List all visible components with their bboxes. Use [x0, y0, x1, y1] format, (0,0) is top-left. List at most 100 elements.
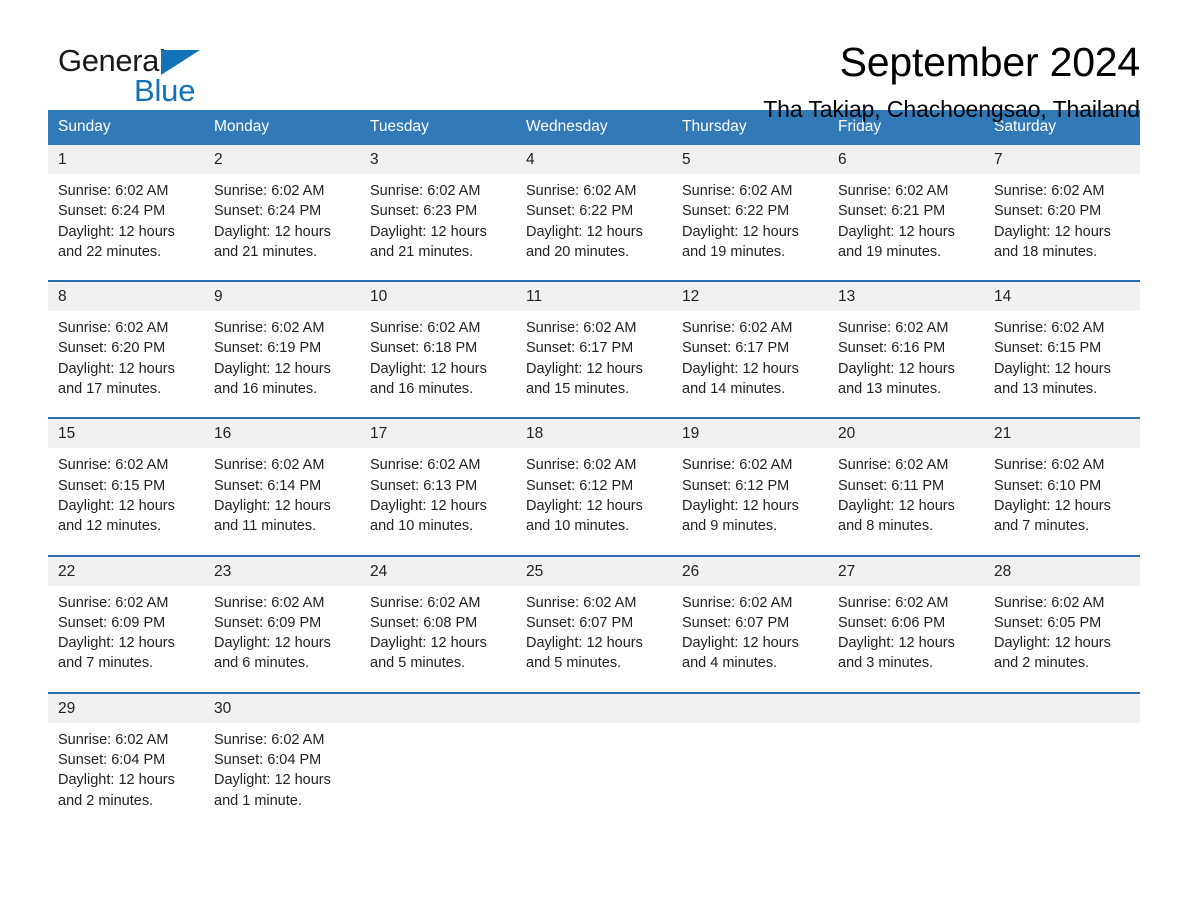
day-cell[interactable]: Sunrise: 6:02 AM Sunset: 6:12 PM Dayligh…: [516, 448, 672, 556]
day-cell[interactable]: Sunrise: 6:02 AM Sunset: 6:09 PM Dayligh…: [48, 585, 204, 693]
sunrise-text: Sunrise: 6:02 AM: [214, 594, 325, 611]
sunset-text: Sunset: 6:08 PM: [370, 614, 478, 631]
day-number[interactable]: 29: [48, 691, 204, 723]
daylight-text-cont: and 21 minutes.: [214, 243, 318, 260]
day-cell[interactable]: Sunrise: 6:02 AM Sunset: 6:20 PM Dayligh…: [48, 311, 204, 419]
sunset-text: Sunset: 6:22 PM: [682, 203, 790, 220]
day-number[interactable]: 16: [204, 417, 360, 449]
day-number[interactable]: 17: [360, 417, 516, 449]
sunset-text: Sunset: 6:14 PM: [214, 477, 322, 494]
day-number[interactable]: 15: [48, 417, 204, 449]
sunrise-text: Sunrise: 6:02 AM: [994, 457, 1105, 474]
day-number[interactable]: 18: [516, 417, 672, 449]
daylight-text-cont: and 16 minutes.: [214, 381, 318, 398]
day-number[interactable]: 14: [984, 280, 1140, 312]
day-number[interactable]: 19: [672, 417, 828, 449]
daylight-text-cont: and 17 minutes.: [58, 381, 162, 398]
day-cell[interactable]: Sunrise: 6:02 AM Sunset: 6:18 PM Dayligh…: [360, 311, 516, 419]
brand-logo[interactable]: General Blue: [58, 44, 358, 114]
day-cell[interactable]: Sunrise: 6:02 AM Sunset: 6:22 PM Dayligh…: [516, 174, 672, 282]
day-number[interactable]: 6: [828, 145, 984, 174]
day-number[interactable]: 30: [204, 691, 360, 723]
sunrise-text: Sunrise: 6:02 AM: [58, 594, 169, 611]
day-number[interactable]: 10: [360, 280, 516, 312]
sunrise-text: Sunrise: 6:02 AM: [838, 183, 949, 199]
sunrise-text: Sunrise: 6:02 AM: [838, 594, 949, 611]
day-number[interactable]: 21: [984, 417, 1140, 449]
day-number[interactable]: 24: [360, 554, 516, 586]
day-cell[interactable]: Sunrise: 6:02 AM Sunset: 6:22 PM Dayligh…: [672, 174, 828, 282]
calendar-grid: Sunday Monday Tuesday Wednesday Thursday…: [48, 110, 1140, 829]
day-number[interactable]: 7: [984, 145, 1140, 174]
day-cell[interactable]: Sunrise: 6:02 AM Sunset: 6:08 PM Dayligh…: [360, 585, 516, 693]
sunset-text: Sunset: 6:22 PM: [526, 203, 634, 220]
day-cell[interactable]: Sunrise: 6:02 AM Sunset: 6:15 PM Dayligh…: [984, 311, 1140, 419]
sunset-text: Sunset: 6:06 PM: [838, 614, 946, 631]
day-number[interactable]: 28: [984, 554, 1140, 586]
sunrise-text: Sunrise: 6:02 AM: [994, 183, 1105, 199]
week-row-daynumbers: 1 2 3 4 5 6 7: [48, 145, 1140, 174]
day-number[interactable]: 3: [360, 145, 516, 174]
day-number[interactable]: 20: [828, 417, 984, 449]
day-cell[interactable]: Sunrise: 6:02 AM Sunset: 6:09 PM Dayligh…: [204, 585, 360, 693]
sunrise-text: Sunrise: 6:02 AM: [526, 457, 637, 474]
day-number[interactable]: 12: [672, 280, 828, 312]
day-number[interactable]: 11: [516, 280, 672, 312]
daylight-text: Daylight: 12 hours: [994, 635, 1111, 652]
sunrise-text: Sunrise: 6:02 AM: [682, 183, 793, 199]
day-cell[interactable]: Sunrise: 6:02 AM Sunset: 6:19 PM Dayligh…: [204, 311, 360, 419]
day-number[interactable]: 9: [204, 280, 360, 312]
sunset-text: Sunset: 6:09 PM: [214, 614, 322, 631]
day-cell[interactable]: Sunrise: 6:02 AM Sunset: 6:17 PM Dayligh…: [516, 311, 672, 419]
daylight-text-cont: and 8 minutes.: [838, 518, 934, 535]
day-number[interactable]: 4: [516, 145, 672, 174]
daylight-text: Daylight: 12 hours: [526, 360, 643, 377]
day-cell[interactable]: Sunrise: 6:02 AM Sunset: 6:04 PM Dayligh…: [48, 722, 204, 829]
daylight-text: Daylight: 12 hours: [838, 223, 955, 240]
sunset-text: Sunset: 6:19 PM: [214, 340, 322, 357]
daylight-text: Daylight: 12 hours: [58, 772, 175, 789]
sunset-text: Sunset: 6:23 PM: [370, 203, 478, 220]
day-cell[interactable]: Sunrise: 6:02 AM Sunset: 6:23 PM Dayligh…: [360, 174, 516, 282]
daylight-text-cont: and 5 minutes.: [526, 655, 622, 672]
day-cell[interactable]: Sunrise: 6:02 AM Sunset: 6:16 PM Dayligh…: [828, 311, 984, 419]
daylight-text-cont: and 20 minutes.: [526, 243, 630, 260]
daylight-text-cont: and 10 minutes.: [370, 518, 474, 535]
daylight-text: Daylight: 12 hours: [682, 497, 799, 514]
day-number[interactable]: 27: [828, 554, 984, 586]
day-cell[interactable]: Sunrise: 6:02 AM Sunset: 6:07 PM Dayligh…: [516, 585, 672, 693]
day-cell[interactable]: Sunrise: 6:02 AM Sunset: 6:04 PM Dayligh…: [204, 722, 360, 829]
day-cell[interactable]: Sunrise: 6:02 AM Sunset: 6:06 PM Dayligh…: [828, 585, 984, 693]
day-number[interactable]: 13: [828, 280, 984, 312]
week-row-daynumbers: 29 30: [48, 691, 1140, 723]
day-number[interactable]: 2: [204, 145, 360, 174]
day-cell[interactable]: Sunrise: 6:02 AM Sunset: 6:17 PM Dayligh…: [672, 311, 828, 419]
day-cell[interactable]: Sunrise: 6:02 AM Sunset: 6:14 PM Dayligh…: [204, 448, 360, 556]
day-cell[interactable]: Sunrise: 6:02 AM Sunset: 6:10 PM Dayligh…: [984, 448, 1140, 556]
day-number[interactable]: 25: [516, 554, 672, 586]
day-number[interactable]: 26: [672, 554, 828, 586]
daylight-text: Daylight: 12 hours: [214, 635, 331, 652]
day-number[interactable]: 8: [48, 280, 204, 312]
day-number[interactable]: 23: [204, 554, 360, 586]
day-cell[interactable]: Sunrise: 6:02 AM Sunset: 6:12 PM Dayligh…: [672, 448, 828, 556]
day-cell[interactable]: Sunrise: 6:02 AM Sunset: 6:13 PM Dayligh…: [360, 448, 516, 556]
day-cell[interactable]: Sunrise: 6:02 AM Sunset: 6:15 PM Dayligh…: [48, 448, 204, 556]
day-number[interactable]: 5: [672, 145, 828, 174]
week-row-daynumbers: 22 23 24 25 26 27 28: [48, 554, 1140, 586]
day-cell[interactable]: Sunrise: 6:02 AM Sunset: 6:07 PM Dayligh…: [672, 585, 828, 693]
day-cell[interactable]: Sunrise: 6:02 AM Sunset: 6:21 PM Dayligh…: [828, 174, 984, 282]
day-cell[interactable]: Sunrise: 6:02 AM Sunset: 6:24 PM Dayligh…: [48, 174, 204, 282]
day-cell[interactable]: Sunrise: 6:02 AM Sunset: 6:11 PM Dayligh…: [828, 448, 984, 556]
day-cell[interactable]: Sunrise: 6:02 AM Sunset: 6:05 PM Dayligh…: [984, 585, 1140, 693]
daylight-text: Daylight: 12 hours: [682, 635, 799, 652]
day-cell[interactable]: Sunrise: 6:02 AM Sunset: 6:20 PM Dayligh…: [984, 174, 1140, 282]
daylight-text-cont: and 11 minutes.: [214, 518, 317, 535]
daylight-text: Daylight: 12 hours: [994, 497, 1111, 514]
day-number[interactable]: 1: [48, 145, 204, 174]
day-cell-empty: [984, 722, 1140, 829]
day-number[interactable]: 22: [48, 554, 204, 586]
sunset-text: Sunset: 6:16 PM: [838, 340, 946, 357]
day-cell[interactable]: Sunrise: 6:02 AM Sunset: 6:24 PM Dayligh…: [204, 174, 360, 282]
sunrise-text: Sunrise: 6:02 AM: [214, 320, 325, 337]
